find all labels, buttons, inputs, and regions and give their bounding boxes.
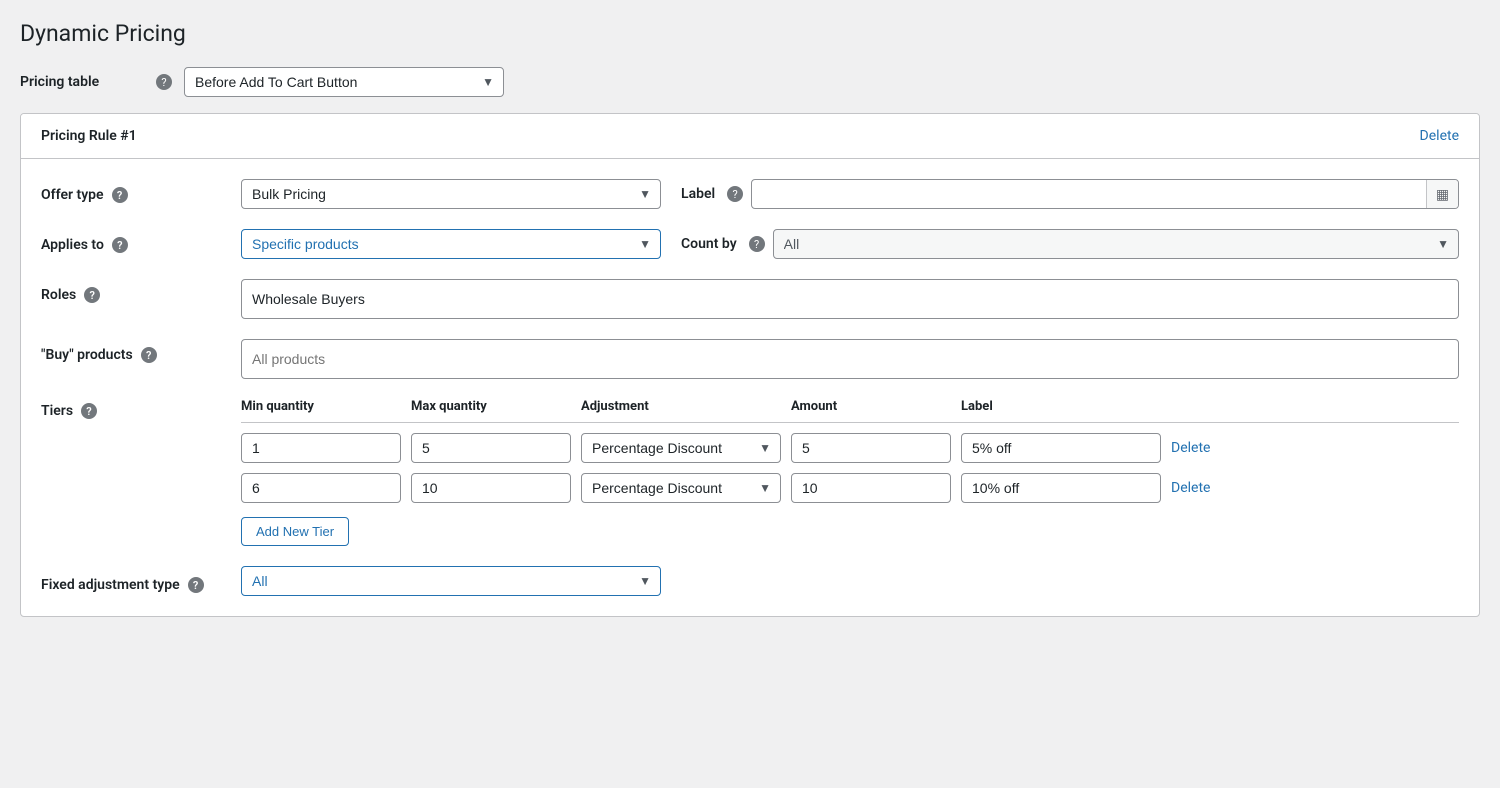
label-field-label: Label: [681, 186, 715, 202]
offer-type-row: Offer type ? Bulk Pricing Special Offer …: [41, 179, 1459, 209]
count-by-field-group: Count by ? All Product Variation ▼: [681, 229, 1459, 259]
fixed-adj-fields: All Cheapest Most Expensive ▼: [241, 566, 1459, 596]
label-icon-button[interactable]: ▦: [1426, 180, 1458, 208]
buy-products-input[interactable]: [241, 339, 1459, 379]
roles-label: Roles: [41, 287, 76, 303]
buy-products-row: "Buy" products ?: [41, 339, 1459, 379]
offer-type-label-col: Offer type ?: [41, 179, 241, 203]
tier-2-label[interactable]: [961, 473, 1161, 503]
pricing-rule-title: Pricing Rule #1: [41, 128, 137, 144]
tier-row-2: Percentage Discount Fixed Discount Fixed…: [241, 473, 1459, 503]
count-by-select[interactable]: All Product Variation: [773, 229, 1459, 259]
fixed-adjustment-row: Fixed adjustment type ? All Cheapest Mos…: [41, 566, 1459, 596]
applies-to-select[interactable]: Specific products All products Specific …: [241, 229, 661, 259]
tiers-section: Tiers ? Min quantity Max quantity Adjust…: [41, 399, 1459, 546]
offer-type-select-wrapper: Bulk Pricing Special Offer Buy X Get Y ▼: [241, 179, 661, 209]
pricing-table-select[interactable]: Before Add To Cart Button After Add To C…: [184, 67, 504, 97]
tier-1-max-qty[interactable]: [411, 433, 571, 463]
buy-products-fields: [241, 339, 1459, 379]
roles-fields: [241, 279, 1459, 319]
tier-1-adjustment-select[interactable]: Percentage Discount Fixed Discount Fixed…: [581, 433, 781, 463]
add-tier-button[interactable]: Add New Tier: [241, 517, 349, 546]
col-header-min-qty: Min quantity: [241, 399, 401, 414]
label-field-help-icon[interactable]: ?: [727, 186, 743, 202]
card-header: Pricing Rule #1 Delete: [21, 114, 1479, 159]
pricing-table-row: Pricing table ? Before Add To Cart Butto…: [20, 67, 1480, 97]
label-field-group: Label ? ▦: [681, 179, 1459, 209]
applies-to-help-icon[interactable]: ?: [112, 237, 128, 253]
count-by-help-icon[interactable]: ?: [749, 236, 765, 252]
fixed-adj-label: Fixed adjustment type: [41, 577, 180, 593]
applies-to-row: Applies to ? Specific products All produ…: [41, 229, 1459, 259]
fixed-adj-label-col: Fixed adjustment type ?: [41, 569, 241, 593]
card-body: Offer type ? Bulk Pricing Special Offer …: [21, 159, 1479, 616]
tier-1-adjustment-wrapper: Percentage Discount Fixed Discount Fixed…: [581, 433, 781, 463]
tiers-main-row: Tiers ? Min quantity Max quantity Adjust…: [41, 399, 1459, 546]
buy-products-help-icon[interactable]: ?: [141, 347, 157, 363]
tier-1-min-qty[interactable]: [241, 433, 401, 463]
tier-1-amount[interactable]: [791, 433, 951, 463]
roles-help-icon[interactable]: ?: [84, 287, 100, 303]
tiers-label: Tiers: [41, 403, 73, 419]
count-by-select-wrapper: All Product Variation ▼: [773, 229, 1459, 259]
applies-to-label-col: Applies to ?: [41, 229, 241, 253]
tier-2-delete-link[interactable]: Delete: [1171, 480, 1231, 496]
roles-input[interactable]: [241, 279, 1459, 319]
tier-1-label[interactable]: [961, 433, 1161, 463]
tier-2-amount[interactable]: [791, 473, 951, 503]
pricing-table-help-icon[interactable]: ?: [156, 74, 172, 90]
tier-2-adjustment-wrapper: Percentage Discount Fixed Discount Fixed…: [581, 473, 781, 503]
tiers-content: Min quantity Max quantity Adjustment Amo…: [241, 399, 1459, 546]
offer-type-help-icon[interactable]: ?: [112, 187, 128, 203]
offer-type-select[interactable]: Bulk Pricing Special Offer Buy X Get Y: [241, 179, 661, 209]
count-by-label: Count by: [681, 236, 737, 252]
pricing-table-label: Pricing table: [20, 74, 140, 90]
applies-to-fields: Specific products All products Specific …: [241, 229, 1459, 259]
col-header-adjustment: Adjustment: [581, 399, 781, 414]
col-header-actions: [1171, 399, 1231, 414]
fixed-adj-select[interactable]: All Cheapest Most Expensive: [241, 566, 661, 596]
label-input-wrapper: ▦: [751, 179, 1459, 209]
tiers-help-icon[interactable]: ?: [81, 403, 97, 419]
tier-2-max-qty[interactable]: [411, 473, 571, 503]
col-header-max-qty: Max quantity: [411, 399, 571, 414]
col-header-label: Label: [961, 399, 1161, 414]
page-title: Dynamic Pricing: [20, 20, 1480, 47]
offer-type-label: Offer type: [41, 187, 104, 203]
buy-products-label: "Buy" products: [41, 347, 133, 363]
buy-products-label-col: "Buy" products ?: [41, 339, 241, 363]
pricing-rule-delete-link[interactable]: Delete: [1420, 128, 1459, 144]
offer-type-fields: Bulk Pricing Special Offer Buy X Get Y ▼…: [241, 179, 1459, 209]
col-header-amount: Amount: [791, 399, 951, 414]
label-input[interactable]: [751, 179, 1459, 209]
tier-2-min-qty[interactable]: [241, 473, 401, 503]
tiers-col-headers: Min quantity Max quantity Adjustment Amo…: [241, 399, 1459, 423]
tier-2-adjustment-select[interactable]: Percentage Discount Fixed Discount Fixed…: [581, 473, 781, 503]
tier-1-delete-link[interactable]: Delete: [1171, 440, 1231, 456]
pricing-rule-card: Pricing Rule #1 Delete Offer type ? Bulk…: [20, 113, 1480, 617]
roles-label-col: Roles ?: [41, 279, 241, 303]
tier-row-1: Percentage Discount Fixed Discount Fixed…: [241, 433, 1459, 463]
pricing-table-select-wrapper: Before Add To Cart Button After Add To C…: [184, 67, 504, 97]
fixed-adj-select-wrapper: All Cheapest Most Expensive ▼: [241, 566, 661, 596]
applies-to-label: Applies to: [41, 237, 104, 253]
roles-row: Roles ?: [41, 279, 1459, 319]
tiers-label-col: Tiers ?: [41, 399, 241, 419]
fixed-adj-help-icon[interactable]: ?: [188, 577, 204, 593]
applies-to-select-wrapper: Specific products All products Specific …: [241, 229, 661, 259]
